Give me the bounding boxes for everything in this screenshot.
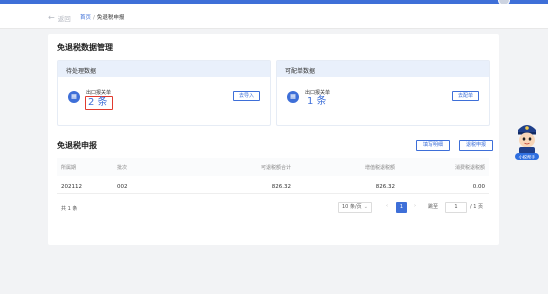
- pending-data-panel: 待处理数据 ▦ 出口报关单 2 条 去导入: [57, 60, 271, 126]
- table-cell: 002: [117, 184, 128, 190]
- main-card: 免退税数据管理 待处理数据 ▦ 出口报关单 2 条 去导入 可配单数据 ▦ 出口…: [48, 34, 499, 245]
- matchable-count[interactable]: 1 条: [305, 96, 329, 108]
- table-cell: 202112: [61, 184, 82, 190]
- matchable-data-panel: 可配单数据 ▦ 出口报关单 1 条 去配单: [276, 60, 490, 126]
- breadcrumb-separator: /: [93, 15, 95, 21]
- page-number-current[interactable]: 1: [396, 202, 407, 213]
- next-page-button[interactable]: ›: [414, 203, 416, 209]
- goto-page-input[interactable]: 1: [445, 202, 467, 213]
- chevron-down-icon: ⌄: [363, 204, 368, 210]
- mascot-label: 小税帮手: [519, 154, 536, 161]
- page-size-select[interactable]: 10 条/页 ⌄: [338, 202, 372, 213]
- page-size-value: 10 条/页: [342, 204, 362, 210]
- pagination: 10 条/页 ⌄ ‹ 1 › 跳至 1 / 1 页: [338, 202, 490, 213]
- column-header: 增值税退税额: [364, 165, 395, 171]
- customs-declaration-icon: ▦: [68, 91, 80, 103]
- total-count: 共 1 条: [61, 206, 78, 212]
- sub-navigation: ← 返回 首页 / 免退税申报: [0, 4, 548, 29]
- match-button[interactable]: 去配单: [451, 91, 479, 101]
- back-label: 返回: [57, 15, 71, 23]
- breadcrumb: 首页 / 免退税申报: [80, 13, 124, 21]
- column-header: 消费税退税额: [454, 165, 485, 171]
- column-header: 所属期: [61, 165, 77, 171]
- table-cell: 826.32: [271, 184, 291, 190]
- table-header: 所属期 批次 可退税额合计 增值税退税额 消费税退税额: [57, 158, 489, 176]
- table-row[interactable]: 202112 002 826.32 826.32 0.00: [57, 178, 489, 194]
- total-pages: / 1 页: [470, 204, 484, 210]
- column-header: 可退税额合计: [260, 165, 291, 171]
- refund-declare-button[interactable]: 退税申报: [459, 140, 494, 151]
- data-management-title: 免退税数据管理: [57, 43, 113, 52]
- table-cell: 0.00: [472, 184, 485, 190]
- pending-panel-header: 待处理数据: [58, 61, 270, 77]
- back-button[interactable]: ← 返回: [48, 13, 71, 24]
- column-header: 批次: [117, 165, 128, 171]
- pending-label: 出口报关单: [86, 90, 112, 96]
- assistant-mascot[interactable]: 小税帮手: [513, 120, 541, 162]
- tax-refund-title: 免退税申报: [57, 141, 97, 150]
- breadcrumb-home[interactable]: 首页: [80, 15, 91, 21]
- prev-page-button[interactable]: ‹: [386, 203, 388, 209]
- import-button[interactable]: 去导入: [232, 91, 260, 101]
- matchable-panel-header: 可配单数据: [277, 61, 489, 77]
- fill-details-button[interactable]: 填写明细: [416, 140, 451, 151]
- back-arrow-icon: ←: [48, 13, 55, 22]
- mascot-icon: 小税帮手: [515, 125, 539, 161]
- table-cell: 826.32: [375, 184, 395, 190]
- matchable-label: 出口报关单: [305, 90, 331, 96]
- pending-count[interactable]: 2 条: [85, 96, 113, 110]
- customs-declaration-icon: ▦: [287, 91, 299, 103]
- goto-label: 跳至: [428, 204, 439, 210]
- breadcrumb-current: 免退税申报: [96, 15, 125, 21]
